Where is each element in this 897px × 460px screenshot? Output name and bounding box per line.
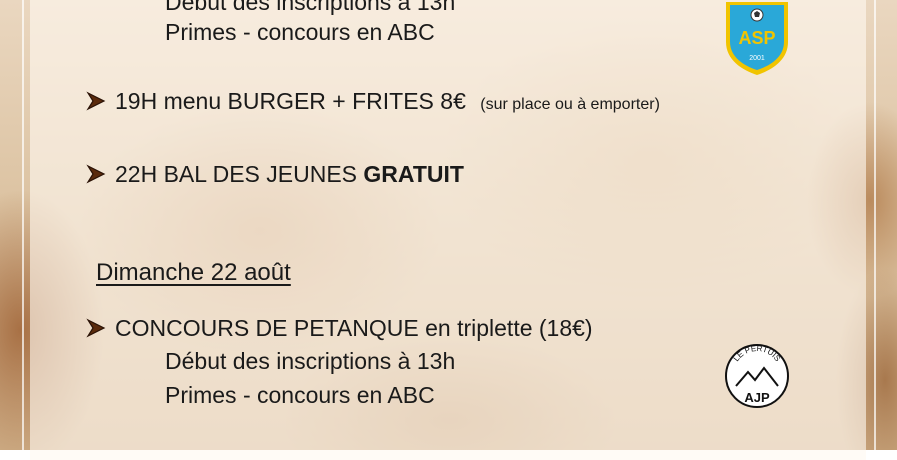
prizes-line-top: Primes - concours en ABC (165, 19, 435, 45)
ajp-club-logo: LE PERTUIS AJP (725, 344, 789, 408)
bal-text: 22H BAL DES JEUNES (115, 161, 364, 187)
registration-line-top: Début des inscriptions à 13h (165, 0, 456, 15)
sunday-heading: Dimanche 22 août (96, 259, 291, 286)
burger-note: (sur place ou à emporter) (480, 96, 660, 113)
chevron-arrow-icon (86, 164, 106, 184)
bal-line: 22H BAL DES JEUNES GRATUIT (115, 160, 464, 188)
prizes-line-bottom: Primes - concours en ABC (165, 382, 435, 408)
bal-free: GRATUIT (363, 161, 464, 187)
chevron-arrow-icon (86, 318, 106, 338)
asp-logo-text: ASP (738, 28, 775, 48)
burger-text: 19H menu BURGER + FRITES 8€ (115, 88, 466, 114)
asp-club-logo: ASP 2001 (726, 2, 788, 75)
petanque-line: CONCOURS DE PETANQUE en triplette (18€) (115, 315, 593, 341)
burger-line: 19H menu BURGER + FRITES 8€ (sur place o… (115, 87, 660, 119)
asp-logo-year: 2001 (749, 55, 765, 62)
chevron-arrow-icon (86, 91, 106, 111)
ajp-logo-text: AJP (744, 390, 770, 405)
registration-line-bottom: Début des inscriptions à 13h (165, 348, 456, 374)
